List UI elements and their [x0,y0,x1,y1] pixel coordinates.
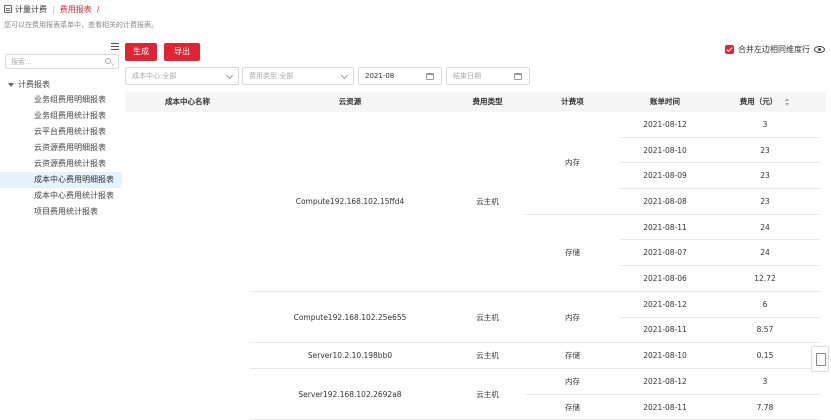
header-cloud-resource: 云资源 [338,97,362,106]
cost-cell: 23 [710,138,820,164]
header-cost-label: 费用（元） [739,97,778,106]
breadcrumb: 计量计费 | 费用报表 / [4,3,99,15]
sort-icon[interactable] [785,98,790,106]
fee-type-cell: 云主机 [450,343,525,369]
billing-item-cell: 内存 [525,112,620,215]
bill-time-cell: 2021-08-06 [620,266,710,292]
chevron-down-icon [225,71,234,80]
bill-time-cell: 2021-08-08 [620,189,710,215]
header-bill-time: 账单时间 [650,97,680,106]
merge-rows-option[interactable]: 合并左边相同维度行 [725,43,825,55]
end-date-picker[interactable]: 结束日期 [446,67,530,85]
bill-time-cell: 2021-08-10 [620,138,710,164]
bill-time-cell: 2021-08-10 [620,343,710,369]
cost-cell: 24 [710,241,820,267]
cost-cell: 6 [710,292,820,318]
fee-type-cell: 云主机 [450,112,525,292]
export-button[interactable]: 导出 [164,43,200,61]
billing-item-cell: 内存 [525,369,620,395]
cost-cell: 3 [710,112,820,138]
collapse-menu-icon[interactable] [111,43,119,50]
fee-type-select[interactable]: 费用类型:全部 [242,67,354,85]
cost-center-cell [125,112,250,420]
eye-icon[interactable] [814,45,825,53]
cloud-resource-cell: Compute192.168.102.15ffd4 [250,112,450,292]
breadcrumb-current: 费用报表 [59,4,92,14]
chevron-down-icon [340,71,349,80]
calendar-icon [514,73,522,80]
cost-cell: 23 [710,163,820,190]
breadcrumb-slash: / [96,4,100,14]
cost-cell: 24 [710,215,820,241]
sidebar-item[interactable]: 云资源费用明细报表 [0,140,122,156]
header-billing-item: 计费项 [561,97,584,106]
cost-cell: 8.57 [710,318,820,344]
cloud-resource-cell: Server10.2.10.198bb0 [250,343,450,369]
merge-rows-label[interactable]: 合并左边相同维度行 [738,44,810,55]
cost-cell: 23 [710,189,820,215]
bill-time-cell: 2021-08-12 [620,369,710,395]
billing-item-cell: 存储 [525,343,620,369]
sidebar-item[interactable]: 云资源费用统计报表 [0,156,122,172]
cost-center-report-table: 成本中心名称 云资源 费用类型 计费项 账单时间 费用（元） 2021-08-1… [125,92,826,420]
cost-center-select[interactable]: 成本中心:全部 [125,67,239,85]
bill-time-cell: 2021-08-11 [620,215,710,241]
tree-root-billing-reports[interactable]: 计费报表 [0,77,122,92]
header-cost-center: 成本中心名称 [165,97,210,106]
sidebar-item[interactable]: 业务组费用统计报表 [0,108,122,124]
billing-item-cell: 内存 [525,292,620,344]
search-icon[interactable] [105,58,111,64]
sidebar: 计费报表 业务组费用明细报表业务组费用统计报表云平台费用统计报表云资源费用明细报… [0,40,122,420]
bill-time-cell: 2021-08-11 [620,318,710,344]
header-fee-type: 费用类型 [472,97,503,106]
billing-item-cell: 存储 [525,395,620,420]
sidebar-search-input[interactable] [5,54,119,69]
header-cost[interactable]: 费用（元） [710,92,820,112]
billing-icon [4,5,12,13]
sidebar-item[interactable]: 成本中心费用明细报表 [0,172,122,188]
cost-cell: 3 [710,369,820,395]
breadcrumb-root[interactable]: 计量计费 [15,4,47,15]
page-description: 您可以在费用报表菜单中，查看相关的计费报表。 [4,21,158,29]
cloud-resource-cell: Server192.168.102.2692a8 [250,369,450,420]
calendar-icon [426,73,434,80]
table-body: 2021-08-12 3 2021-08-10 23 2021-08-09 23 2021-… [125,112,826,420]
sidebar-item[interactable]: 成本中心费用统计报表 [0,188,122,204]
fee-type-placeholder: 费用类型:全部 [249,72,294,80]
billing-item-cell: 存储 [525,215,620,292]
merge-rows-checkbox[interactable] [725,44,734,54]
breadcrumb-separator: | [52,4,55,14]
tree-root-label: 计费报表 [18,80,50,89]
sidebar-item[interactable]: 项目费用统计报表 [0,204,122,220]
bill-time-cell: 2021-08-11 [620,395,710,420]
generate-button[interactable]: 生成 [125,43,157,61]
cost-cell: 7.78 [710,395,820,420]
cost-center-placeholder: 成本中心:全部 [132,72,177,80]
fee-type-cell: 云主机 [450,292,525,344]
sidebar-item[interactable]: 业务组费用明细报表 [0,92,122,108]
caret-down-icon[interactable] [8,82,14,87]
report-tree: 计费报表 业务组费用明细报表 业务组费用统计报表 云平台费用统计报表 云资源费用明细报… [0,77,122,220]
cost-cell: 12.72 [710,266,820,292]
side-panel-toggle-icon[interactable] [811,346,829,372]
bill-time-cell: 2021-08-12 [620,292,710,318]
bill-time-cell: 2021-08-07 [620,241,710,267]
bill-time-cell: 2021-08-09 [620,163,710,190]
cost-cell: 0.15 [710,343,820,369]
sidebar-item[interactable]: 云平台费用统计报表 [0,124,122,140]
fee-type-cell: 云主机 [450,369,525,420]
bill-time-cell: 2021-08-12 [620,112,710,138]
cloud-resource-cell: Compute192.168.102.25e655 [250,292,450,344]
end-date-placeholder: 结束日期 [453,72,481,80]
start-date-picker[interactable]: 2021-08 [358,67,442,85]
start-date-value: 2021-08 [365,72,395,80]
table-header: 成本中心名称 云资源 费用类型 计费项 账单时间 费用（元） [125,92,826,112]
